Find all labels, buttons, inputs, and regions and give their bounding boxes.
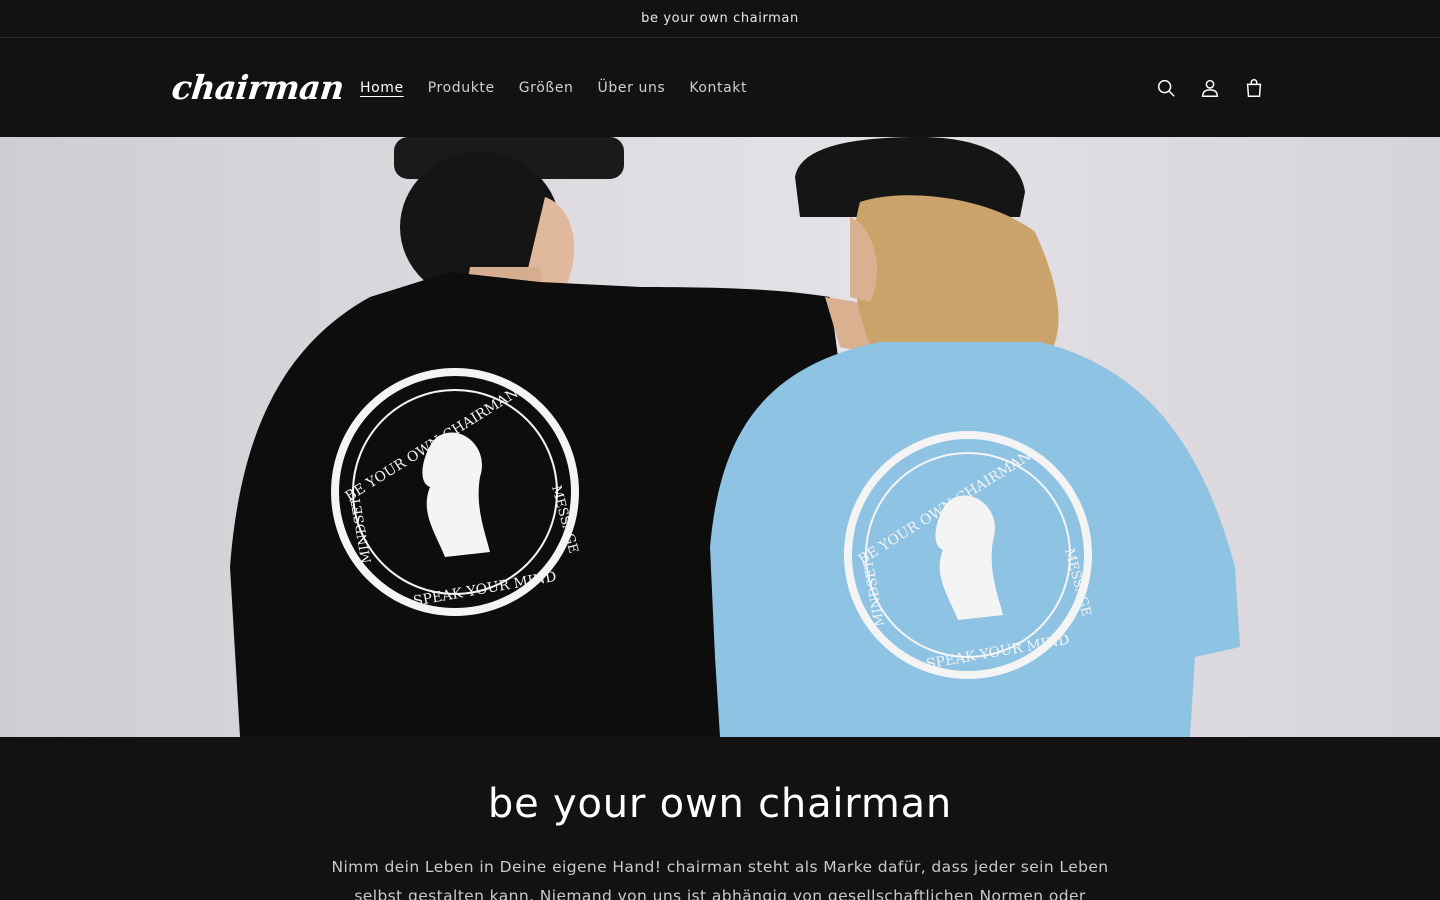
hero-banner: BE YOUR OWN CHAIRMAN SPEAK YOUR MIND MES… — [0, 137, 1440, 737]
intro-heading: be your own chairman — [487, 781, 953, 827]
search-icon[interactable] — [1150, 72, 1182, 104]
nav-produkte[interactable]: Produkte — [416, 72, 507, 104]
header-icons — [1150, 72, 1270, 104]
nav-kontakt[interactable]: Kontakt — [677, 72, 759, 104]
nav-groessen[interactable]: Größen — [507, 72, 586, 104]
cart-icon[interactable] — [1238, 72, 1270, 104]
nav-home[interactable]: Home — [348, 72, 416, 104]
hero-image: BE YOUR OWN CHAIRMAN SPEAK YOUR MIND MES… — [230, 137, 1240, 737]
site-header: chairman Home Produkte Größen Über uns K… — [0, 38, 1440, 137]
main-nav: Home Produkte Größen Über uns Kontakt — [348, 72, 759, 104]
announcement-bar: be your own chairman — [0, 0, 1440, 38]
logo[interactable]: chairman — [170, 68, 346, 107]
intro-section: be your own chairman Nimm dein Leben in … — [0, 737, 1440, 900]
account-icon[interactable] — [1194, 72, 1226, 104]
intro-text: Nimm dein Leben in Deine eigene Hand! ch… — [331, 858, 1109, 900]
nav-ueber-uns[interactable]: Über uns — [586, 72, 678, 104]
announcement-text: be your own chairman — [641, 11, 799, 26]
